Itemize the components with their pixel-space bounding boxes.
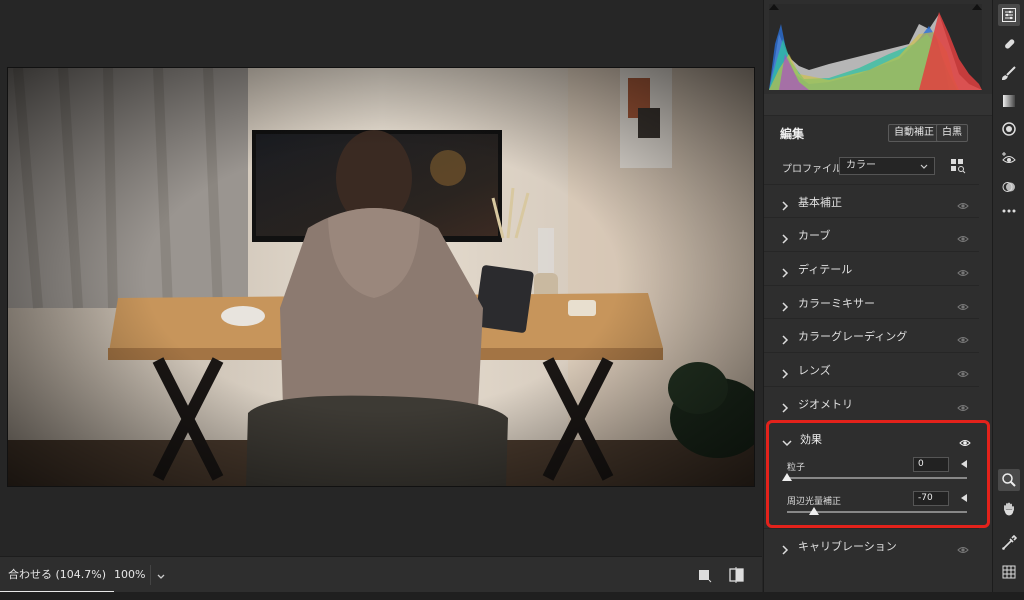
radial-filter-icon[interactable] — [998, 118, 1020, 140]
camera-raw-window: 合わせる (104.7%) 100% 編集 自動補正 白黒 プロファイル カラー… — [0, 0, 1024, 600]
section-calibration[interactable]: キャリブレーション — [764, 528, 979, 560]
photo-image — [8, 68, 754, 486]
panel-divider — [764, 94, 993, 116]
edit-sliders-icon[interactable] — [998, 4, 1020, 26]
grain-slider-track[interactable] — [787, 477, 967, 479]
section-geometry[interactable]: ジオメトリ — [764, 386, 979, 418]
photo-preview[interactable] — [7, 67, 755, 487]
chevron-right-icon — [780, 398, 790, 413]
presets-icon[interactable] — [998, 176, 1020, 198]
section-curve[interactable]: カーブ — [764, 217, 979, 249]
canvas-area[interactable] — [0, 0, 762, 556]
color-sampler-icon[interactable] — [998, 532, 1020, 554]
eye-icon[interactable] — [957, 398, 969, 411]
auto-button[interactable]: 自動補正 — [888, 124, 940, 142]
zoom-100-button[interactable]: 100% — [114, 557, 145, 593]
before-after-icon[interactable] — [728, 567, 746, 583]
more-icon[interactable] — [998, 200, 1020, 222]
zoom-icon[interactable] — [998, 469, 1020, 491]
brush-icon[interactable] — [998, 62, 1020, 84]
section-label: 効果 — [800, 433, 822, 446]
chevron-right-icon — [780, 229, 790, 244]
eye-icon[interactable] — [957, 229, 969, 242]
eye-icon[interactable] — [957, 196, 969, 209]
section-label: ジオメトリ — [798, 398, 853, 411]
section-color-mixer[interactable]: カラーミキサー — [764, 285, 979, 317]
healing-icon[interactable] — [998, 33, 1020, 55]
vignette-reset-icon[interactable] — [961, 494, 967, 502]
chevron-right-icon — [780, 196, 790, 211]
chevron-right-icon — [780, 263, 790, 278]
chevron-down-icon[interactable] — [154, 568, 168, 582]
section-label: ディテール — [798, 263, 853, 276]
profile-browser-icon[interactable] — [950, 158, 966, 174]
tool-rail — [992, 0, 1024, 592]
eye-icon[interactable] — [957, 540, 969, 553]
gradient-icon[interactable] — [998, 90, 1020, 112]
chevron-right-icon — [780, 330, 790, 345]
zoom-fit-button[interactable]: 合わせる (104.7%) — [0, 557, 115, 593]
grain-value-field[interactable]: 0 — [913, 457, 949, 472]
section-label: レンズ — [798, 364, 831, 377]
hand-icon[interactable] — [998, 498, 1020, 520]
histogram-graph — [769, 12, 982, 90]
profile-select[interactable]: カラー — [839, 157, 935, 175]
bottom-toolbar: 合わせる (104.7%) 100% — [0, 556, 762, 593]
chevron-right-icon — [780, 297, 790, 312]
section-lens[interactable]: レンズ — [764, 352, 979, 384]
single-view-icon[interactable] — [697, 567, 713, 583]
chevron-right-icon — [780, 364, 790, 379]
section-basic[interactable]: 基本補正 — [764, 184, 979, 216]
profile-label: プロファイル — [782, 164, 842, 175]
divider — [150, 565, 151, 585]
vignette-label: 周辺光量補正 — [787, 497, 842, 507]
section-color-grading[interactable]: カラーグレーディング — [764, 318, 979, 350]
red-eye-icon[interactable] — [998, 147, 1020, 169]
section-label: カーブ — [798, 229, 831, 242]
edit-panel: 編集 自動補正 白黒 プロファイル カラー 基本補正 カーブ ディテール カラー… — [763, 0, 993, 592]
edit-title: 編集 — [780, 127, 805, 141]
vignette-value-field[interactable]: -70 — [913, 491, 949, 506]
vignette-slider-thumb[interactable] — [809, 507, 819, 515]
section-detail[interactable]: ディテール — [764, 251, 979, 283]
eye-icon[interactable] — [957, 364, 969, 377]
effects-highlight-box: 効果 粒子 0 周辺光量補正 -70 — [766, 420, 990, 528]
chevron-down-icon — [782, 433, 792, 447]
grain-slider-thumb[interactable] — [782, 473, 792, 481]
histogram — [769, 4, 982, 90]
eye-icon[interactable] — [957, 263, 969, 276]
chevron-down-icon — [919, 161, 929, 171]
edit-header: 編集 自動補正 白黒 — [764, 118, 993, 148]
section-label: 基本補正 — [798, 196, 842, 209]
chevron-right-icon — [780, 540, 790, 555]
section-label: カラーミキサー — [798, 297, 875, 310]
grain-reset-icon[interactable] — [961, 460, 967, 468]
eye-icon[interactable] — [957, 330, 969, 343]
eye-icon[interactable] — [959, 433, 971, 446]
profile-select-value: カラー — [846, 160, 876, 171]
section-label: カラーグレーディング — [798, 330, 908, 343]
eye-icon[interactable] — [957, 297, 969, 310]
grid-icon[interactable] — [998, 561, 1020, 583]
profile-row: プロファイル カラー — [764, 152, 993, 180]
section-label: キャリブレーション — [798, 540, 897, 553]
section-effects[interactable]: 効果 — [769, 423, 987, 453]
grain-label: 粒子 — [787, 463, 806, 473]
status-strip — [0, 592, 1024, 600]
black-white-button[interactable]: 白黒 — [936, 124, 968, 142]
